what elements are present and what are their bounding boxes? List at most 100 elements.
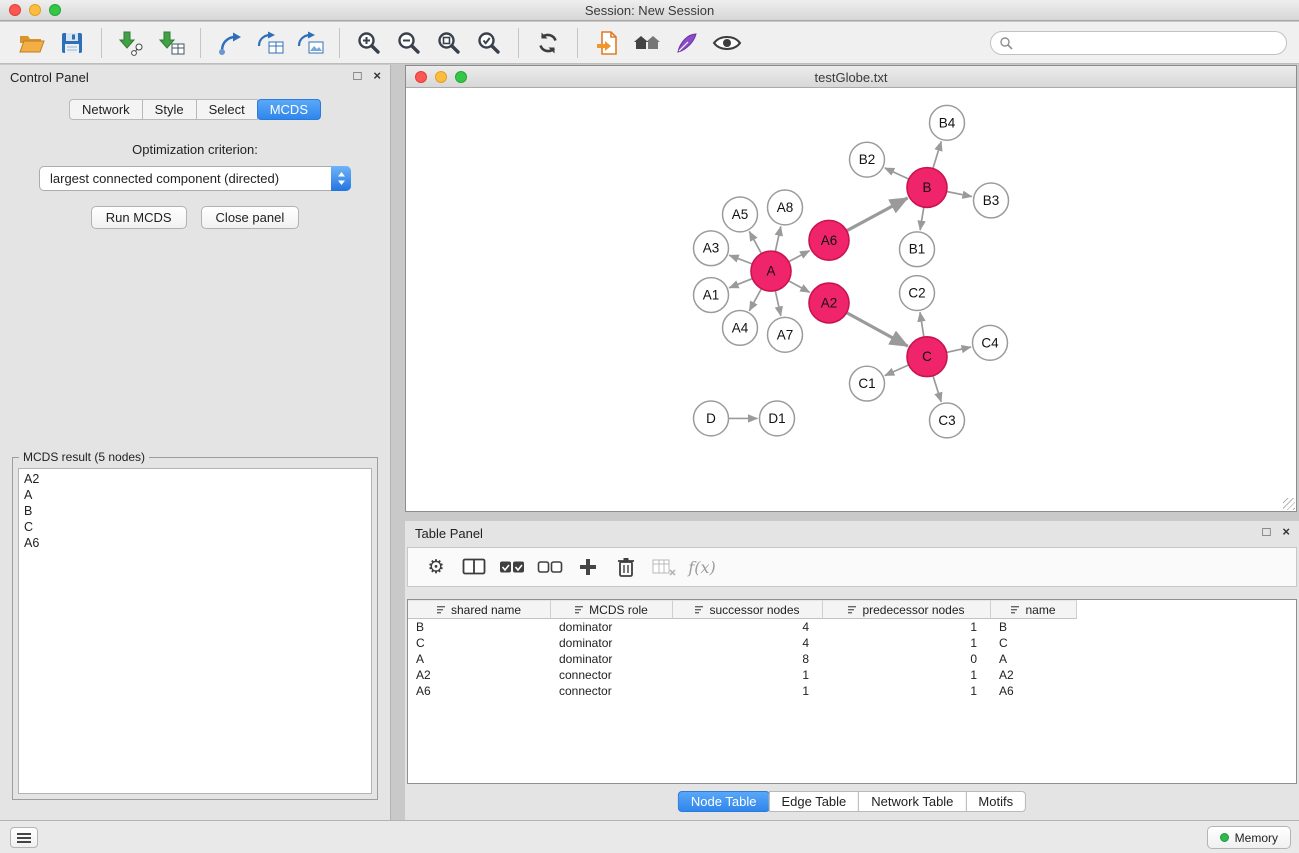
- graph-node-B2[interactable]: B2: [850, 142, 885, 177]
- column-header-mcds-role[interactable]: MCDS role: [551, 600, 673, 619]
- function-builder-button[interactable]: f(x): [686, 551, 718, 583]
- graph-edge-C-C4[interactable]: [947, 347, 971, 352]
- table-cell[interactable]: 4: [673, 619, 823, 635]
- column-header-shared-name[interactable]: shared name: [408, 600, 551, 619]
- table-cell[interactable]: A6: [408, 683, 551, 699]
- mcds-result-list[interactable]: A2ABCA6: [18, 468, 372, 794]
- graph-edge-A-A7[interactable]: [775, 291, 781, 316]
- show-columns-button[interactable]: [458, 551, 490, 583]
- table-cell[interactable]: 1: [673, 667, 823, 683]
- graph-node-C1[interactable]: C1: [850, 366, 885, 401]
- show-hide-button[interactable]: [707, 26, 747, 60]
- graph-edge-A6-B[interactable]: [847, 198, 908, 231]
- dropdown-stepper-icon[interactable]: [331, 166, 351, 191]
- graph-edge-B-B4[interactable]: [933, 141, 941, 168]
- import-network-button[interactable]: [111, 26, 151, 60]
- zoom-out-button[interactable]: [389, 26, 429, 60]
- graph-edge-A-A3[interactable]: [729, 255, 752, 264]
- network-canvas[interactable]: A5A8A3A1A4A7AA6A2B2B4BB3B1C2C4CC1C3DD1: [406, 89, 1296, 511]
- home-views-button[interactable]: [627, 26, 667, 60]
- table-cell[interactable]: connector: [551, 667, 673, 683]
- graph-node-A5[interactable]: A5: [723, 197, 758, 232]
- graph-node-A2[interactable]: A2: [809, 283, 849, 323]
- table-cell[interactable]: A: [408, 651, 551, 667]
- deselect-all-button[interactable]: [534, 551, 566, 583]
- table-cell[interactable]: B: [991, 619, 1077, 635]
- graph-node-A1[interactable]: A1: [694, 278, 729, 313]
- search-box[interactable]: [990, 31, 1287, 55]
- import-table-button[interactable]: [151, 26, 191, 60]
- graph-edge-A-A5[interactable]: [749, 231, 761, 253]
- float-panel-icon[interactable]: □: [354, 69, 362, 83]
- optimization-dropdown[interactable]: largest connected component (directed): [39, 166, 351, 191]
- zoom-in-button[interactable]: [349, 26, 389, 60]
- result-item[interactable]: A2: [24, 471, 366, 487]
- memory-button[interactable]: Memory: [1207, 826, 1291, 849]
- export-image-button[interactable]: [290, 26, 330, 60]
- run-mcds-button[interactable]: Run MCDS: [91, 206, 187, 229]
- table-row[interactable]: Adominator80A: [408, 651, 1077, 667]
- column-header-name[interactable]: name: [991, 600, 1077, 619]
- tab-edge-table[interactable]: Edge Table: [768, 791, 859, 812]
- zoom-fit-button[interactable]: [429, 26, 469, 60]
- table-cell[interactable]: A: [991, 651, 1077, 667]
- resize-grip[interactable]: [1283, 498, 1295, 510]
- open-session-button[interactable]: [12, 26, 52, 60]
- tab-select[interactable]: Select: [196, 99, 258, 120]
- graph-node-D1[interactable]: D1: [760, 401, 795, 436]
- graph-edge-B-B2[interactable]: [885, 168, 909, 179]
- table-cell[interactable]: connector: [551, 683, 673, 699]
- graph-edge-C-C1[interactable]: [885, 365, 909, 376]
- table-cell[interactable]: dominator: [551, 619, 673, 635]
- result-item[interactable]: A: [24, 487, 366, 503]
- table-cell[interactable]: 1: [823, 667, 991, 683]
- graph-node-C2[interactable]: C2: [900, 276, 935, 311]
- graph-edge-A-A6[interactable]: [789, 251, 810, 262]
- table-cell[interactable]: A2: [991, 667, 1077, 683]
- graph-node-C[interactable]: C: [907, 337, 947, 377]
- table-cell[interactable]: C: [991, 635, 1077, 651]
- new-network-button[interactable]: [210, 26, 250, 60]
- graph-node-B1[interactable]: B1: [900, 232, 935, 267]
- save-session-button[interactable]: [52, 26, 92, 60]
- table-cell[interactable]: A6: [991, 683, 1077, 699]
- table-cell[interactable]: dominator: [551, 651, 673, 667]
- network-graph[interactable]: A5A8A3A1A4A7AA6A2B2B4BB3B1C2C4CC1C3DD1: [406, 89, 1296, 511]
- column-header-successor-nodes[interactable]: successor nodes: [673, 600, 823, 619]
- graph-node-C4[interactable]: C4: [973, 325, 1008, 360]
- graph-edge-B-B1[interactable]: [920, 207, 924, 230]
- graph-edge-C-C3[interactable]: [933, 376, 941, 402]
- result-item[interactable]: C: [24, 519, 366, 535]
- graph-edge-A-A2[interactable]: [789, 281, 810, 293]
- graph-node-A8[interactable]: A8: [768, 190, 803, 225]
- graph-node-D[interactable]: D: [694, 401, 729, 436]
- network-from-table-button[interactable]: [250, 26, 290, 60]
- zoom-selected-button[interactable]: [469, 26, 509, 60]
- graph-node-B3[interactable]: B3: [974, 183, 1009, 218]
- table-row[interactable]: Cdominator41C: [408, 635, 1077, 651]
- table-cell[interactable]: 0: [823, 651, 991, 667]
- graph-node-A6[interactable]: A6: [809, 220, 849, 260]
- tab-network[interactable]: Network: [69, 99, 143, 120]
- graph-edge-A2-C[interactable]: [847, 313, 908, 347]
- graph-node-A3[interactable]: A3: [694, 231, 729, 266]
- graph-node-A7[interactable]: A7: [768, 317, 803, 352]
- table-cell[interactable]: 8: [673, 651, 823, 667]
- tab-motifs[interactable]: Motifs: [965, 791, 1026, 812]
- result-item[interactable]: A6: [24, 535, 366, 551]
- graph-edge-B-B3[interactable]: [947, 191, 972, 196]
- select-all-button[interactable]: [496, 551, 528, 583]
- column-header-predecessor-nodes[interactable]: predecessor nodes: [823, 600, 991, 619]
- table-cell[interactable]: dominator: [551, 635, 673, 651]
- table-cell[interactable]: 1: [823, 683, 991, 699]
- close-panel-icon[interactable]: ×: [373, 69, 381, 83]
- table-cell[interactable]: 4: [673, 635, 823, 651]
- graph-edge-A-A4[interactable]: [749, 289, 761, 311]
- close-table-panel-icon[interactable]: ×: [1282, 525, 1290, 539]
- table-row[interactable]: A6connector11A6: [408, 683, 1077, 699]
- table-cell[interactable]: 1: [823, 619, 991, 635]
- table-row[interactable]: A2connector11A2: [408, 667, 1077, 683]
- apply-layout-button[interactable]: [528, 26, 568, 60]
- table-cell[interactable]: 1: [823, 635, 991, 651]
- tab-mcds[interactable]: MCDS: [257, 99, 321, 120]
